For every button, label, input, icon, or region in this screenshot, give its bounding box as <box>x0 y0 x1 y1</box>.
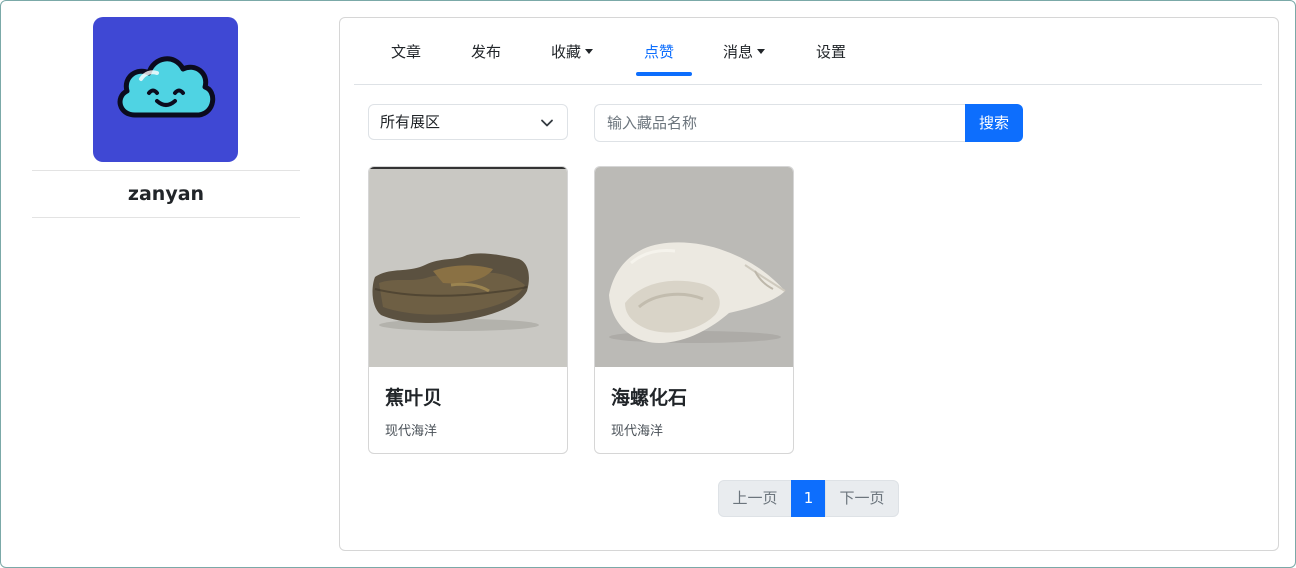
tab-favorites[interactable]: 收藏 <box>551 34 594 70</box>
tab-label: 文章 <box>391 43 422 61</box>
divider <box>32 217 300 218</box>
zone-select[interactable]: 所有展区 <box>368 104 568 140</box>
tab-settings[interactable]: 设置 <box>816 34 846 70</box>
smiling-cloud-icon <box>117 56 216 118</box>
prev-page-button[interactable]: 上一页 <box>718 480 792 517</box>
tab-label: 收藏 <box>551 43 582 61</box>
tab-articles[interactable]: 文章 <box>391 34 421 70</box>
next-page-button[interactable]: 下一页 <box>825 480 899 517</box>
tab-label: 发布 <box>471 43 502 61</box>
tab-messages[interactable]: 消息 <box>723 34 766 70</box>
conch-shell-image <box>595 167 793 367</box>
tab-label: 点赞 <box>644 43 675 61</box>
tab-label: 设置 <box>816 43 847 61</box>
username: zanyan <box>127 183 205 205</box>
caret-down-icon <box>585 49 594 54</box>
tab-publish[interactable]: 发布 <box>471 34 501 70</box>
item-zone: 现代海洋 <box>385 424 438 439</box>
divider <box>32 170 300 171</box>
item-name: 蕉叶贝 <box>385 387 443 409</box>
tab-label: 消息 <box>723 43 754 61</box>
item-zone: 现代海洋 <box>611 424 664 439</box>
item-name: 海螺化石 <box>611 387 688 409</box>
collection-card[interactable]: 蕉叶贝 现代海洋 <box>368 166 568 454</box>
search-input[interactable] <box>594 104 966 142</box>
tab-likes[interactable]: 点赞 <box>644 34 674 70</box>
collection-card[interactable]: 海螺化石 现代海洋 <box>594 166 794 454</box>
page-number-button[interactable]: 1 <box>791 480 826 517</box>
avatar <box>93 17 238 162</box>
fossil-rock-image <box>369 167 567 367</box>
chevron-down-icon <box>541 119 553 127</box>
search-button[interactable]: 搜索 <box>965 104 1023 142</box>
active-tab-indicator <box>636 72 692 76</box>
zone-select-value: 所有展区 <box>380 113 441 131</box>
caret-down-icon <box>757 49 766 54</box>
